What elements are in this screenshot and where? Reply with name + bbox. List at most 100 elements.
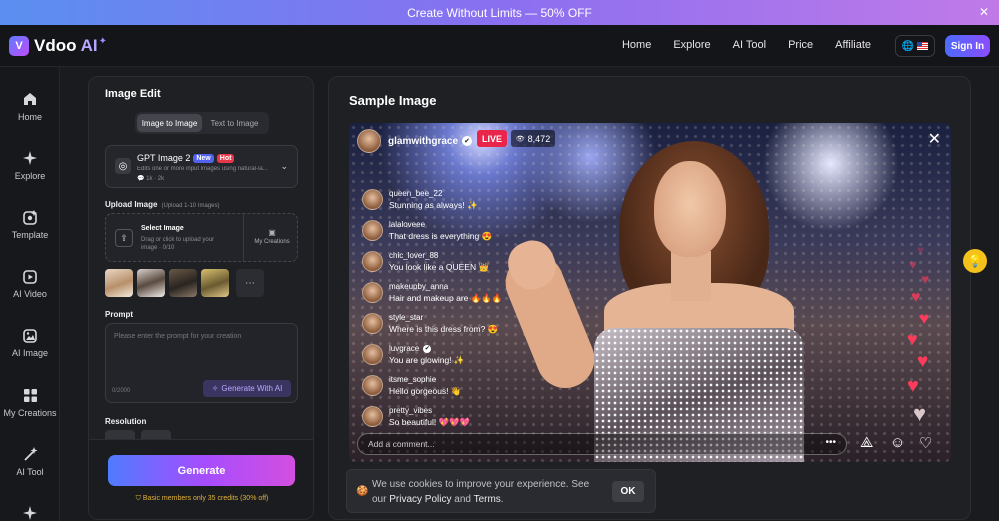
comment-text: That dress is everything 😍	[389, 231, 493, 241]
chevron-down-icon: ⌄	[280, 161, 288, 171]
comment-text: Where is this dress from? 😍	[389, 324, 499, 334]
list-item: makeupby_anna Hair and makeup are 🔥🔥🔥	[362, 282, 552, 313]
upload-label: Upload Image (Upload 1-10 Images)	[105, 200, 219, 209]
sidebar-item-ai-image[interactable]: AI Image	[0, 327, 60, 358]
divider	[243, 214, 244, 261]
sparkle-icon: ✦	[98, 35, 107, 47]
upload-dropzone[interactable]: ⇪ Select Image Drag or click to upload y…	[105, 213, 298, 262]
select-image-title: Select Image	[141, 225, 184, 232]
list-item: queen_bee_22 Stunning as always! ✨	[362, 189, 552, 220]
prompt-input[interactable]: Please enter the prompt for your creatio…	[105, 323, 298, 403]
sidebar-item-label: My Creations	[3, 408, 57, 418]
heart-icon: ♥	[911, 289, 921, 306]
panel-title: Image Edit	[105, 88, 161, 100]
comment-username: makeupby_anna	[389, 282, 449, 291]
verified-icon: ✔	[423, 344, 432, 353]
avatar	[362, 220, 383, 241]
live-comments: queen_bee_22 Stunning as always! ✨ lalalo…	[362, 189, 552, 437]
sample-thumbnails: ⋯	[105, 269, 264, 297]
lightbulb-icon[interactable]: 💡	[963, 249, 987, 273]
more-options-icon: •••	[825, 437, 836, 448]
sidebar-item-more[interactable]	[0, 505, 60, 521]
cookie-ok-button[interactable]: OK	[612, 481, 644, 502]
generate-with-ai-label: Generate With AI	[221, 384, 283, 393]
promo-banner[interactable]: Create Without Limits — 50% OFF ✕	[0, 0, 999, 25]
sample-image: glamwithgrace ✔ LIVE 👁 8,472 ✕ queen_bee_…	[349, 123, 951, 462]
terms-link[interactable]: Terms	[474, 494, 501, 505]
logo-icon: V	[9, 36, 29, 56]
cookie-and: and	[454, 494, 471, 505]
avatar	[362, 282, 383, 303]
avatar	[362, 406, 383, 427]
my-creations-button[interactable]: ▣ My Creations	[246, 228, 298, 245]
generate-footer: Generate ⛉ Basic members only 35 credits…	[89, 439, 313, 519]
heart-icon: ♥	[913, 401, 927, 426]
emoji-icon: ☺	[890, 434, 906, 451]
send-icon: ⟁	[860, 434, 874, 451]
nav-link-ai-tool[interactable]: AI Tool	[733, 39, 766, 51]
brand-logo[interactable]: V Vdoo AI ✦	[9, 36, 107, 56]
cookie-icon: 🍪	[356, 486, 369, 497]
comment-username: chic_lover_88	[389, 251, 439, 260]
sidebar-item-my-creations[interactable]: My Creations	[0, 387, 60, 418]
nav-link-affiliate[interactable]: Affiliate	[835, 39, 871, 51]
prompt-placeholder: Please enter the prompt for your creatio…	[114, 333, 242, 340]
comment-input[interactable]: Add a comment... •••	[357, 433, 847, 455]
video-icon	[22, 268, 38, 284]
resolution-label: Resolution	[105, 417, 147, 426]
heart-icon: ♥	[909, 257, 917, 272]
nav-links: Home Explore AI Tool Price Affiliate	[600, 39, 871, 51]
sidebar-item-explore[interactable]: Explore	[0, 150, 60, 181]
upload-label-text: Upload Image	[105, 200, 158, 209]
prompt-char-count: 0/2000	[112, 388, 131, 394]
eye-icon: 👁	[515, 135, 525, 143]
comment-username-row: luvgrace ✔	[389, 344, 464, 353]
sign-in-button[interactable]: Sign In	[945, 35, 990, 57]
nav-link-explore[interactable]: Explore	[673, 39, 710, 51]
sidebar-item-template[interactable]: Template	[0, 209, 60, 240]
credits-note: ⛉ Basic members only 35 credits (30% off…	[89, 495, 313, 503]
nav-link-price[interactable]: Price	[788, 39, 813, 51]
generate-button[interactable]: Generate	[108, 455, 295, 486]
thumbnail-image[interactable]	[105, 269, 133, 297]
tab-image-to-image[interactable]: Image to Image	[137, 114, 202, 132]
avatar	[362, 375, 383, 396]
list-item: style_star Where is this dress from? 😍	[362, 313, 552, 344]
list-item: itsme_sophie Hello gorgeous! 👋	[362, 375, 552, 406]
model-selector[interactable]: ◎ GPT Image 2 New Hot Edits one or more …	[105, 145, 298, 188]
prompt-label: Prompt	[105, 310, 133, 319]
home-icon	[22, 91, 38, 107]
more-thumbnails-button[interactable]: ⋯	[236, 269, 264, 297]
tab-text-to-image[interactable]: Text to Image	[202, 114, 267, 132]
nav-link-home[interactable]: Home	[622, 39, 651, 51]
language-selector[interactable]: 🌐	[895, 35, 935, 57]
comment-placeholder: Add a comment...	[368, 439, 435, 449]
generate-with-ai-button[interactable]: ✧ Generate With AI	[203, 380, 291, 397]
shield-icon: ⛉	[135, 495, 141, 502]
panel-title: Sample Image	[349, 93, 437, 108]
close-icon[interactable]: ✕	[979, 5, 989, 19]
heart-icon: ♥	[917, 243, 925, 257]
template-icon	[22, 209, 38, 225]
privacy-policy-link[interactable]: Privacy Policy	[389, 494, 451, 505]
sidebar-item-home[interactable]: Home	[0, 91, 60, 122]
comment-text: You are glowing! ✨	[389, 355, 465, 365]
thumbnail-image[interactable]	[169, 269, 197, 297]
like-icon: ♡	[919, 435, 933, 452]
sidebar-item-label: Explore	[14, 171, 46, 181]
sidebar-item-ai-tool[interactable]: AI Tool	[0, 446, 60, 477]
list-item: lalaloveee That dress is everything 😍	[362, 220, 552, 251]
model-name-row: GPT Image 2 New Hot	[137, 153, 235, 163]
sidebar-item-ai-video[interactable]: AI Video	[0, 268, 60, 299]
thumbnail-image[interactable]	[137, 269, 165, 297]
thumbnail-image[interactable]	[201, 269, 229, 297]
gallery-icon: ▣	[268, 228, 276, 237]
avatar	[362, 344, 383, 365]
cookie-banner: 🍪 We use cookies to improve your experie…	[346, 469, 656, 513]
sidebar-item-label: Template	[11, 230, 49, 240]
heart-icon: ♥	[921, 271, 930, 287]
heart-icon: ♥	[907, 329, 918, 349]
sparkle-icon	[22, 505, 38, 521]
list-item: chic_lover_88 You look like a QUEEN 👑	[362, 251, 552, 282]
model-name: GPT Image 2	[137, 153, 191, 163]
